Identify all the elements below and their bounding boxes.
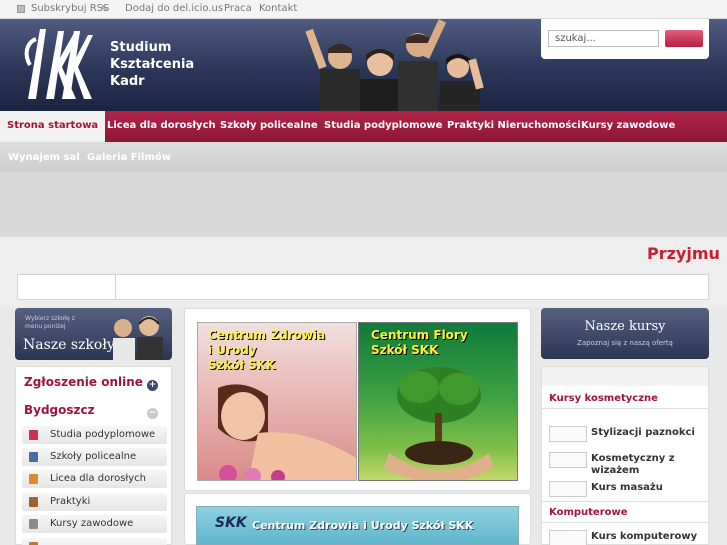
sidebar-item-label: Kursy zawodowe: [50, 518, 134, 529]
section-divider: [542, 522, 708, 523]
promo-flory-title: Centrum Flory Szkół SKK: [371, 328, 468, 358]
promo-zdrowia-title: Centrum Zdrowia i Urody Szkół SKK: [208, 328, 325, 373]
sidebar-item-partial[interactable]: [22, 538, 167, 545]
nav-item-studia-podyplomowe[interactable]: Studia podyplomowe: [324, 120, 442, 131]
nasze-kursy-banner[interactable]: Nasze kursy Zapoznaj się z naszą ofertą: [541, 308, 709, 359]
course-thumbnail: [549, 452, 587, 468]
graduation-icon: [29, 452, 38, 462]
nav-item-strona-startowa[interactable]: Strona startowa: [0, 111, 106, 142]
nav-row-secondary: Wynajem sal Galeria Filmów: [0, 142, 727, 172]
sidebar-item-kursy-zawodowe[interactable]: Kursy zawodowe: [22, 515, 167, 533]
course-thumbnail: [549, 530, 587, 545]
collapse-minus-icon[interactable]: −: [147, 408, 158, 419]
expand-plus-icon[interactable]: +: [147, 380, 158, 391]
kursy-banner-title: Nasze kursy: [584, 319, 666, 334]
logo-line-studium: Studium: [110, 40, 172, 55]
skk-logo-icon[interactable]: [22, 25, 94, 103]
sub-navigation-bar: [17, 274, 709, 300]
promo-centrum-zdrowia[interactable]: Centrum Zdrowia i Urody Szkół SKK: [197, 322, 357, 481]
promo-banner-zdrowia[interactable]: SKK Centrum Zdrowia i Urody Szkół SKK: [196, 506, 519, 545]
search-button[interactable]: [665, 30, 703, 47]
sidebar-item-label: Studia podyplomowe: [50, 429, 156, 440]
rss-icon[interactable]: [17, 5, 25, 13]
banner-hint-line2: menu poniżej: [25, 323, 66, 330]
course-label: Kurs komputerowy: [591, 531, 698, 542]
promo-flory-line1: Centrum Flory: [371, 328, 468, 342]
courses-sidebar: Kursy kosmetyczne Stylizacji paznokci Ko…: [541, 366, 709, 545]
sidebar-item-szkoly-policealne[interactable]: Szkoły policealne: [22, 448, 167, 466]
praca-link[interactable]: Praca: [224, 3, 252, 14]
nav-item-kursy-zawodowe[interactable]: Kursy zawodowe: [581, 120, 675, 131]
nav-item-szkoly-policealne[interactable]: Szkoły policealne: [220, 120, 318, 131]
sidebar-item-studia-podyplomowe[interactable]: Studia podyplomowe: [22, 426, 167, 444]
search-input[interactable]: [548, 30, 659, 47]
sidebar-item-praktyki[interactable]: Praktyki: [22, 493, 167, 511]
section-kursy-kosmetyczne[interactable]: Kursy kosmetyczne: [549, 393, 658, 404]
nav-row-primary: Strona startowa Licea dla dorosłych Szko…: [0, 111, 727, 142]
sidebar-item-licea[interactable]: Licea dla dorosłych: [22, 470, 167, 488]
nav-item-praktyki[interactable]: Praktyki Nieruchomości: [447, 120, 581, 131]
banner-title: Nasze szkoły: [23, 337, 115, 353]
delicious-link[interactable]: Dodaj do del.icio.us: [125, 3, 223, 14]
sidebar-item-label: Praktyki: [50, 496, 91, 507]
promo-zdrowia-line1: Centrum Zdrowia: [208, 328, 326, 342]
course-label: Kosmetyczny z wizażem: [591, 453, 675, 476]
pencil-icon: ✎: [101, 4, 108, 13]
section-divider: [542, 408, 708, 409]
section-komputerowe[interactable]: Komputerowe: [549, 507, 628, 518]
scrolling-announcement[interactable]: Przyjmu: [647, 244, 720, 263]
promo-centrum-flory[interactable]: Centrum Flory Szkół SKK: [358, 322, 518, 481]
nav-item-licea[interactable]: Licea dla dorosłych: [107, 120, 216, 131]
logo-line-ksztalcenia: Kształcenia: [110, 57, 195, 72]
briefcase-icon: [29, 497, 38, 507]
sidebar-item-label: Szkoły policealne: [50, 451, 137, 462]
course-label: Stylizacji paznokci: [591, 427, 695, 438]
promo-zdrowia-line2: i Urody: [208, 343, 257, 357]
course-thumbnail: [549, 481, 587, 497]
zgloszenie-online-heading[interactable]: Zgłoszenie online: [24, 375, 143, 389]
bydgoszcz-heading[interactable]: Bydgoszcz: [24, 403, 95, 417]
promo-flory-line2: Szkół SKK: [371, 343, 439, 357]
top-utility-bar: Subskrybuj RSS ✎ Dodaj do del.icio.us Pr…: [0, 0, 727, 19]
subscribe-rss-link[interactable]: Subskrybuj RSS: [31, 3, 109, 14]
section-divider: [542, 501, 708, 502]
course-thumbnail: [549, 426, 587, 442]
school-icon: [29, 474, 38, 484]
nasze-szkoly-banner[interactable]: Wybierz szkołę z menu poniżej Nasze szko…: [15, 308, 172, 360]
spa-woman-image: [218, 384, 356, 480]
kontakt-link[interactable]: Kontakt: [259, 3, 297, 14]
kursy-banner-subtitle: Zapoznaj się z naszą ofertą: [577, 339, 673, 347]
promo-banner-text: Centrum Zdrowia i Urody Szkół SKK: [252, 519, 474, 532]
document-icon: [29, 519, 38, 529]
promo-banner-logo: SKK: [215, 515, 247, 531]
banner-hint-line1: Wybierz szkołę z: [25, 315, 75, 322]
book-icon: [29, 430, 38, 440]
sub-bar-divider: [115, 274, 116, 300]
nav-item-galeria-filmow[interactable]: Galeria Filmów: [87, 152, 171, 163]
logo-line-kadr: Kadr: [110, 74, 145, 89]
main-navigation: Strona startowa Licea dla dorosłych Szko…: [0, 111, 727, 237]
logo-text: Studium Kształcenia Kadr: [110, 39, 194, 90]
tree-in-hands-image: [384, 367, 494, 480]
nav-item-wynajem-sal[interactable]: Wynajem sal: [8, 152, 80, 163]
courses-header-strip: [542, 367, 708, 386]
promo-zdrowia-line3: Szkół SKK: [208, 358, 276, 372]
sidebar-item-label: Licea dla dorosłych: [50, 473, 147, 484]
schools-sidebar: Zgłoszenie online + Bydgoszcz − Studia p…: [15, 366, 172, 545]
students-headset-image: [113, 316, 163, 360]
banner-hint: Wybierz szkołę z menu poniżej: [25, 315, 75, 331]
course-label: Kurs masażu: [591, 482, 663, 493]
cheering-people-image: [305, 19, 484, 111]
